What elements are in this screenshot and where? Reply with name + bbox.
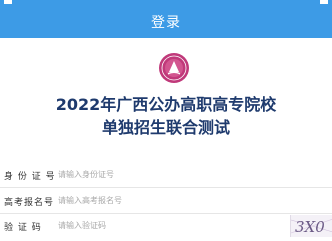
- page-title-line-2: 单独招生联合测试: [101, 118, 230, 137]
- id-number-label: 身 份 证 号: [4, 172, 56, 182]
- exam-number-label: 高考报名号: [4, 198, 55, 208]
- captcha-image[interactable]: 3X0: [290, 215, 332, 237]
- captcha-input[interactable]: [56, 215, 286, 235]
- exam-number-input[interactable]: [56, 190, 290, 210]
- captcha-label: 验 证 码: [4, 223, 42, 233]
- page-title-line-1: 2022年广西公办高职高专院校: [55, 95, 277, 114]
- captcha-graphic: 3X0: [290, 218, 332, 236]
- captcha-text: 3X0: [295, 218, 325, 236]
- school-logo: [159, 53, 189, 83]
- signal-indicator: [4, 0, 12, 4]
- captcha-row: 验 证 码: [0, 213, 332, 238]
- battery-indicator: [320, 0, 328, 4]
- nav-title: 登录: [151, 15, 181, 31]
- id-number-input[interactable]: [56, 164, 290, 184]
- exam-number-row: 高考报名号: [0, 188, 332, 214]
- nav-bar: 登录: [0, 6, 332, 38]
- id-number-row: 身 份 证 号: [0, 162, 332, 188]
